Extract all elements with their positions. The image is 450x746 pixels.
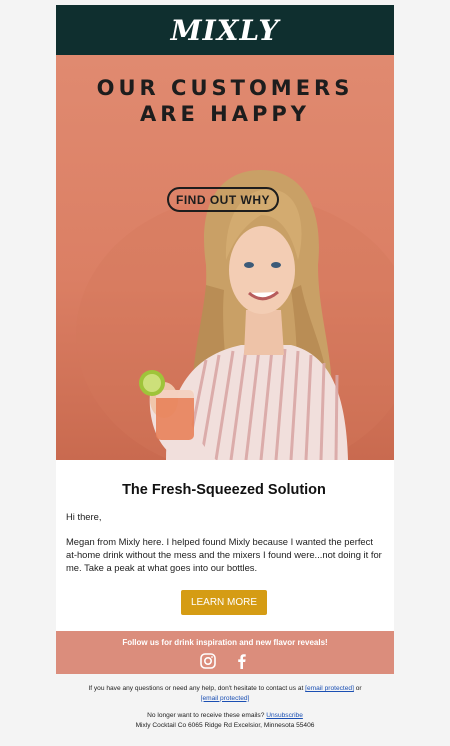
email-header: MIXLY (56, 5, 394, 55)
unsubscribe-text: No longer want to receive these emails? (147, 712, 265, 720)
find-out-why-button[interactable]: FIND OUT WHY (167, 187, 279, 212)
hero-section: OUR CUSTOMERS ARE HAPPY FIND OUT WHY (56, 55, 394, 460)
social-text: Follow us for drink inspiration and new … (122, 638, 328, 647)
social-bar: Follow us for drink inspiration and new … (56, 631, 394, 674)
greeting-text: Hi there, (66, 511, 102, 522)
content-section: The Fresh-Squeezed Solution Hi there, Me… (56, 460, 394, 631)
learn-more-wrap: LEARN MORE (66, 586, 382, 623)
or-text: or (355, 685, 362, 692)
contact-email-link-2[interactable]: [email protected] (201, 695, 250, 702)
learn-more-button[interactable]: LEARN MORE (180, 590, 268, 615)
help-text: If you have any questions or need any he… (88, 685, 304, 692)
facebook-icon[interactable] (234, 653, 250, 669)
unsubscribe-link[interactable]: Unsubscribe (266, 712, 303, 719)
brand-logo[interactable]: MIXLY (171, 14, 280, 47)
section-title: The Fresh-Squeezed Solution (122, 482, 326, 498)
instagram-icon[interactable] (200, 653, 216, 669)
email-footer: If you have any questions or need any he… (56, 674, 394, 730)
contact-email-link-1[interactable]: [email protected] (305, 685, 354, 692)
headline-line-1: OUR CUSTOMERS (96, 76, 354, 100)
headline-line-2: ARE HAPPY (140, 102, 310, 126)
address-text: Mixly Cocktail Co 6065 Ridge Rd Excelsio… (135, 721, 315, 729)
social-icons (56, 653, 394, 669)
email-container: MIXLY OUR CUSTOMERS ARE HAPPY FIND OUT W… (56, 5, 394, 738)
help-block: If you have any questions or need any he… (56, 684, 394, 703)
body-text: Megan from Mixly here. I helped found Mi… (66, 536, 382, 573)
unsubscribe-block: No longer want to receive these emails? … (56, 711, 394, 730)
hero-headline: OUR CUSTOMERS ARE HAPPY (56, 75, 394, 127)
